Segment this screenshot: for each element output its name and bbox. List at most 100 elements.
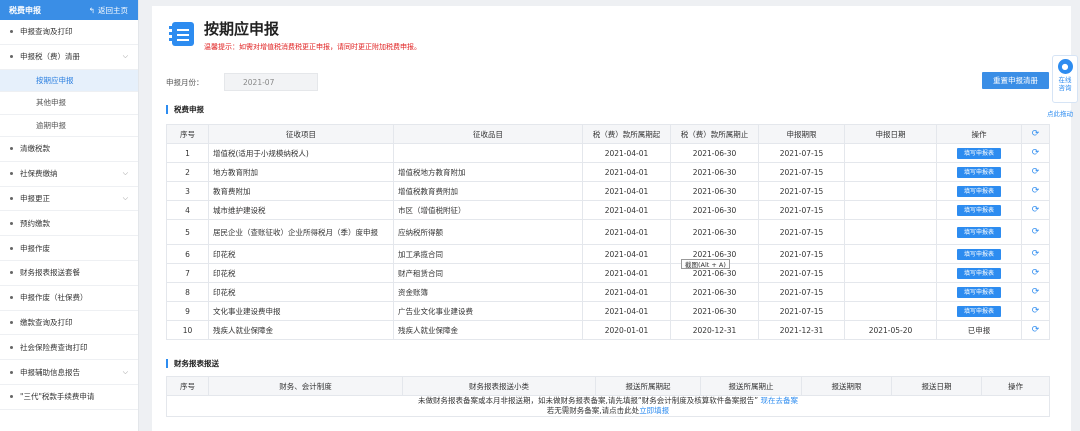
- reset-declaration-button[interactable]: 重置申报清册: [982, 72, 1049, 89]
- fill-form-button[interactable]: 填写申报表: [957, 248, 1001, 260]
- table-row: 7 印花税 财产租赁合同 2021-04-01 2021-06-30 2021-07-15…: [166, 263, 1050, 283]
- table-cell: 2: [166, 162, 209, 182]
- refresh-cell[interactable]: ⟳: [1021, 282, 1050, 302]
- bullet-icon: [10, 246, 13, 250]
- fill-form-button[interactable]: 填写申报表: [957, 286, 1001, 298]
- fill-form-button[interactable]: 填写申报表: [957, 166, 1001, 178]
- screenshot-tooltip: 截图(Alt + A): [681, 259, 730, 269]
- refresh-icon[interactable]: ⟳: [1032, 148, 1040, 158]
- refresh-icon[interactable]: ⟳: [1032, 287, 1040, 297]
- sidebar-menu: 申报查询及打印 申报税（费）清册 ⌵ 按期应申报 其他申报 逾期申报 清缴税款 社保费缴纳 ⌵ 申…: [0, 20, 138, 410]
- sidebar-subitem[interactable]: 按期应申报: [0, 69, 138, 93]
- refresh-icon[interactable]: ⟳: [1032, 205, 1040, 215]
- page-title: 按期应申报: [204, 20, 280, 38]
- column-header: 申报期限: [758, 124, 845, 144]
- table-cell: 财产租赁合同: [393, 263, 583, 283]
- table-cell: 2021-07-15: [758, 181, 845, 201]
- refresh-icon[interactable]: ⟳: [1032, 186, 1040, 196]
- sidebar-item[interactable]: 缴款查询及打印: [0, 311, 138, 336]
- bullet-icon: [10, 30, 13, 34]
- fill-form-button[interactable]: 填写申报表: [957, 226, 1001, 238]
- fill-form-button[interactable]: 填写申报表: [957, 204, 1001, 216]
- sidebar-subitem[interactable]: 其他申报: [0, 92, 138, 115]
- bullet-icon: [10, 345, 13, 349]
- column-header: 序号: [166, 376, 209, 396]
- period-label: 申报月份：: [166, 77, 204, 87]
- table-cell: 增值税(适用于小规模纳税人): [208, 143, 394, 163]
- bullet-icon: [10, 395, 13, 399]
- report-empty-note: 未做财务报表备案或本月非报送期，如未做财务报表备案,请先填报“财务会计制度及核算…: [166, 395, 1050, 417]
- refresh-cell[interactable]: ⟳: [1021, 263, 1050, 283]
- status-declared: 已申报: [967, 325, 991, 335]
- fill-now-link[interactable]: 立即填报: [639, 406, 669, 415]
- refresh-all-cell[interactable]: ⟳: [1021, 124, 1050, 144]
- online-consult-widget[interactable]: ● 在线 咨询: [1052, 55, 1078, 103]
- action-cell: 填写申报表: [936, 244, 1022, 264]
- sidebar-item[interactable]: 申报辅助信息报告 ⌵: [0, 360, 138, 386]
- table-cell: [844, 181, 937, 201]
- table-cell: 2021-06-30: [670, 219, 759, 245]
- fill-form-button[interactable]: 填写申报表: [957, 267, 1001, 279]
- fill-form-button[interactable]: 填写申报表: [957, 305, 1001, 317]
- refresh-icon[interactable]: ⟳: [1032, 306, 1040, 316]
- sidebar-item[interactable]: 社会保险费查询打印: [0, 335, 138, 361]
- sidebar-item[interactable]: "三代"税款手续费申请: [0, 385, 138, 410]
- column-header: 报送所属期起: [595, 376, 701, 396]
- sidebar-item[interactable]: 申报查询及打印: [0, 20, 138, 45]
- table-cell: 2021-04-01: [582, 263, 671, 283]
- sidebar-header: 税费申报 ↰ 返回主页: [0, 0, 138, 20]
- refresh-cell[interactable]: ⟳: [1021, 200, 1050, 220]
- action-cell: 填写申报表: [936, 282, 1022, 302]
- sidebar-item[interactable]: 财务报表报送套餐: [0, 261, 138, 286]
- report-empty-row: 未做财务报表备案或本月非报送期，如未做财务报表备案,请先填报“财务会计制度及核算…: [166, 395, 1050, 417]
- table-cell: [844, 162, 937, 182]
- refresh-cell[interactable]: ⟳: [1021, 301, 1050, 321]
- column-header: 财务报表报送小类: [402, 376, 596, 396]
- period-row: 申报月份： 2021-07: [166, 73, 318, 91]
- back-home-label: 返回主页: [98, 5, 128, 15]
- action-cell: 已申报: [936, 320, 1022, 340]
- back-home-link[interactable]: ↰ 返回主页: [89, 5, 128, 16]
- refresh-cell[interactable]: ⟳: [1021, 162, 1050, 182]
- refresh-cell[interactable]: ⟳: [1021, 143, 1050, 163]
- table-cell: 2021-07-15: [758, 162, 845, 182]
- bullet-icon: [10, 271, 13, 275]
- table-row: 4 城市维护建设税 市区（增值税附征） 2021-04-01 2021-06-30 202…: [166, 200, 1050, 220]
- sidebar-item[interactable]: 社保费缴纳 ⌵: [0, 162, 138, 187]
- sidebar-item[interactable]: 申报税（费）清册 ⌵: [0, 45, 138, 70]
- column-header: 报送日期: [891, 376, 982, 396]
- go-filing-link[interactable]: 现在去备案: [761, 397, 799, 406]
- sidebar-item-label: 财务报表报送套餐: [20, 268, 80, 278]
- refresh-cell[interactable]: ⟳: [1021, 181, 1050, 201]
- sidebar-item[interactable]: 申报作废（社保费）: [0, 286, 138, 311]
- sidebar-item[interactable]: 预约缴款: [0, 211, 138, 237]
- column-header: 税（费）款所属期起: [582, 124, 671, 144]
- fill-form-button[interactable]: 填写申报表: [957, 185, 1001, 197]
- sidebar-subitem[interactable]: 逾期申报: [0, 115, 138, 138]
- refresh-cell[interactable]: ⟳: [1021, 219, 1050, 245]
- bullet-icon: [10, 370, 13, 374]
- sidebar-item-label: 申报税（费）清册: [20, 52, 80, 62]
- table-cell: 2021-06-30: [670, 282, 759, 302]
- action-cell: 填写申报表: [936, 181, 1022, 201]
- refresh-cell[interactable]: ⟳: [1021, 244, 1050, 264]
- column-header: 财务、会计制度: [208, 376, 403, 396]
- refresh-icon[interactable]: ⟳: [1032, 129, 1040, 139]
- table-cell: 2021-06-30: [670, 181, 759, 201]
- sidebar-item[interactable]: 申报作废: [0, 236, 138, 262]
- period-input[interactable]: 2021-07: [224, 73, 318, 91]
- refresh-icon[interactable]: ⟳: [1032, 325, 1040, 335]
- fill-form-button[interactable]: 填写申报表: [957, 147, 1001, 159]
- refresh-icon[interactable]: ⟳: [1032, 167, 1040, 177]
- table-cell: 2021-04-01: [582, 143, 671, 163]
- refresh-icon[interactable]: ⟳: [1032, 249, 1040, 259]
- refresh-icon[interactable]: ⟳: [1032, 227, 1040, 237]
- sidebar-item[interactable]: 申报更正 ⌵: [0, 187, 138, 212]
- action-cell: 填写申报表: [936, 162, 1022, 182]
- refresh-cell[interactable]: ⟳: [1021, 320, 1050, 340]
- drag-hint[interactable]: 点此拖动: [1047, 108, 1073, 118]
- sidebar-item[interactable]: 清缴税款: [0, 137, 138, 162]
- table-row: 1 增值税(适用于小规模纳税人) 2021-04-01 2021-06-30 2021-…: [166, 143, 1050, 163]
- refresh-icon[interactable]: ⟳: [1032, 268, 1040, 278]
- table-cell: 市区（增值税附征）: [393, 200, 583, 220]
